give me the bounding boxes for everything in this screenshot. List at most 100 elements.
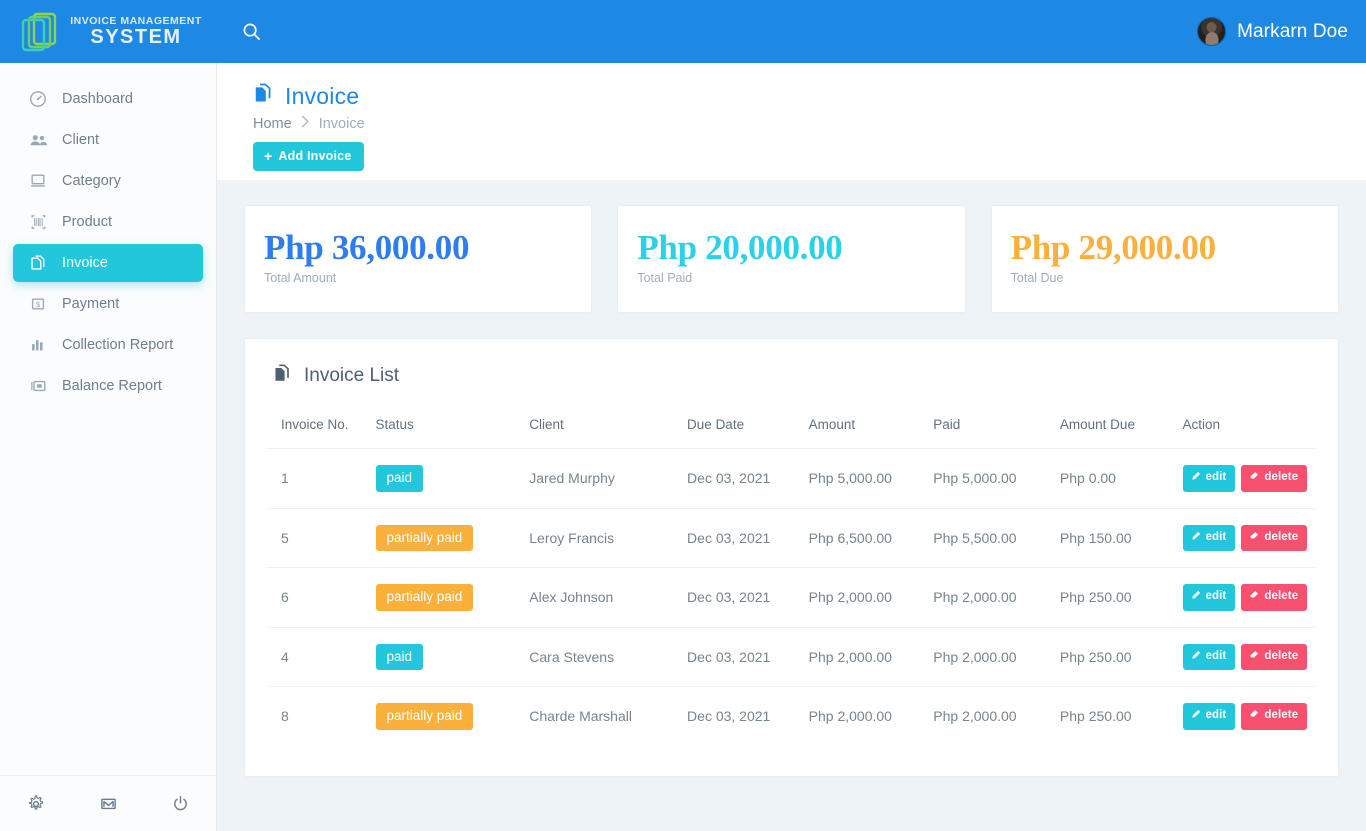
- delete-button[interactable]: delete: [1241, 703, 1308, 730]
- pencil-icon: [1191, 471, 1201, 485]
- column-header-status: Status: [375, 417, 414, 432]
- sidebar-item-label: Balance Report: [62, 378, 162, 394]
- cell-paid: Php 5,000.00: [925, 448, 1052, 508]
- pencil-icon: [1191, 531, 1201, 545]
- delete-button[interactable]: delete: [1241, 524, 1308, 551]
- cell-due-date: Dec 03, 2021: [679, 626, 801, 687]
- sidebar-item-label: Dashboard: [62, 91, 133, 107]
- sidebar-item-label: Product: [62, 214, 112, 230]
- cell-client: Leroy Francis: [521, 507, 680, 568]
- cell-client: Jared Murphy: [521, 448, 680, 508]
- user-name: Markarn Doe: [1237, 20, 1348, 42]
- delete-label: delete: [1264, 590, 1299, 602]
- cell-client: Cara Stevens: [521, 626, 680, 687]
- table-row: 6 partially paid Alex Johnson Dec 03, 2021 P…: [267, 567, 1316, 627]
- table-row: 4 paid Cara Stevens Dec 03, 2021 Php 2,000.0…: [267, 626, 1316, 687]
- cell-paid: Php 2,000.00: [925, 567, 1052, 627]
- stat-value: Php 36,000.00: [264, 228, 470, 267]
- delete-button[interactable]: delete: [1241, 465, 1308, 492]
- edit-button[interactable]: edit: [1182, 465, 1236, 492]
- status-badge: paid: [375, 465, 424, 492]
- sidebar-item-payment[interactable]: $ Payment: [13, 285, 203, 323]
- avatar: [1197, 17, 1227, 46]
- column-header-paid: Paid: [933, 417, 961, 432]
- invoice-list-title: Invoice List: [304, 365, 400, 386]
- cell-action: edit delete: [1174, 507, 1316, 568]
- power-icon[interactable]: [144, 794, 216, 813]
- pencil-icon: [1191, 590, 1201, 604]
- cell-paid: Php 2,000.00: [925, 686, 1052, 746]
- breadcrumb-home[interactable]: Home: [253, 116, 292, 132]
- cell-action: edit delete: [1174, 448, 1316, 508]
- delete-button[interactable]: delete: [1241, 643, 1308, 670]
- status-badge: partially paid: [375, 524, 474, 551]
- sidebar-item-product[interactable]: Product: [13, 203, 203, 241]
- stat-card-total-amount: Php 36,000.00 Total Amount: [244, 205, 593, 313]
- sidebar-item-label: Client: [62, 132, 100, 148]
- edit-button[interactable]: edit: [1182, 584, 1236, 611]
- user-menu[interactable]: Markarn Doe: [1197, 17, 1348, 46]
- edit-button[interactable]: edit: [1182, 643, 1236, 670]
- barcode-icon: [28, 212, 48, 232]
- edit-label: edit: [1205, 709, 1227, 721]
- cell-status: partially paid: [367, 507, 522, 568]
- pencil-icon: [1191, 650, 1201, 664]
- main-content: Invoice Home Invoice + Add Invoice Php 3…: [217, 63, 1366, 831]
- stat-value: Php 29,000.00: [1010, 228, 1216, 267]
- edit-label: edit: [1205, 590, 1227, 602]
- brand-logo[interactable]: INVOICE MANAGEMENT SYSTEM: [0, 0, 217, 63]
- delete-button[interactable]: delete: [1241, 584, 1308, 611]
- pencil-icon: [1191, 709, 1201, 723]
- add-invoice-button[interactable]: + Add Invoice: [253, 142, 365, 171]
- delete-label: delete: [1264, 471, 1299, 483]
- mail-icon[interactable]: [72, 794, 144, 813]
- stat-label: Total Due: [1010, 271, 1064, 285]
- cell-amount: Php 2,000.00: [800, 567, 926, 627]
- eraser-icon: [1249, 650, 1259, 664]
- cell-due-date: Dec 03, 2021: [679, 448, 801, 508]
- breadcrumb-current: Invoice: [318, 115, 365, 132]
- table-header-row: Invoice No. Status Client Due Date Amoun…: [267, 411, 1316, 449]
- cell-due-date: Dec 03, 2021: [679, 567, 801, 627]
- cell-paid: Php 2,000.00: [925, 626, 1052, 687]
- gear-icon[interactable]: [0, 794, 72, 814]
- document-icon: [273, 363, 292, 389]
- sidebar-item-balance-report[interactable]: Balance Report: [13, 367, 203, 405]
- column-header-action: Action: [1182, 417, 1221, 432]
- column-header-amount: Amount: [808, 417, 856, 432]
- cell-action: edit delete: [1174, 626, 1316, 687]
- edit-button[interactable]: edit: [1182, 524, 1236, 551]
- search-icon[interactable]: [237, 18, 265, 46]
- table-row: 8 partially paid Charde Marshall Dec 03, 20…: [267, 686, 1316, 746]
- page-title: Invoice: [285, 82, 360, 109]
- document-icon: [28, 253, 48, 273]
- cell-status: paid: [367, 626, 522, 687]
- sidebar-item-collection-report[interactable]: Collection Report: [13, 326, 203, 364]
- sidebar-item-category[interactable]: Category: [13, 162, 203, 200]
- invoice-list-header: Invoice List: [267, 358, 1316, 411]
- edit-label: edit: [1205, 649, 1227, 662]
- sidebar-item-label: Collection Report: [62, 337, 174, 353]
- cell-invoice-no: 8: [267, 686, 368, 746]
- sidebar-item-invoice[interactable]: Invoice: [13, 244, 203, 282]
- status-badge: paid: [375, 643, 424, 670]
- edit-button[interactable]: edit: [1182, 703, 1236, 730]
- stat-card-total-paid: Php 20,000.00 Total Paid: [617, 205, 966, 313]
- cell-status: partially paid: [367, 567, 522, 627]
- cell-amount-due: Php 250.00: [1051, 686, 1175, 746]
- brand-line-1: INVOICE MANAGEMENT: [70, 14, 202, 27]
- invoice-list-card: Invoice List Invoice No. Status Client D…: [244, 338, 1339, 777]
- chevron-right-icon: [301, 115, 310, 132]
- sidebar-item-client[interactable]: Client: [13, 121, 203, 159]
- row-actions: edit delete: [1182, 643, 1308, 670]
- stat-card-total-due: Php 29,000.00 Total Due: [990, 205, 1339, 313]
- sidebar-item-dashboard[interactable]: Dashboard: [13, 80, 203, 118]
- page-header: Invoice Home Invoice + Add Invoice: [217, 63, 1366, 180]
- eraser-icon: [1249, 531, 1259, 545]
- stat-value: Php 20,000.00: [637, 228, 843, 267]
- cell-due-date: Dec 03, 2021: [679, 507, 801, 568]
- sidebar-item-label: Invoice: [62, 255, 108, 271]
- cell-amount-due: Php 0.00: [1051, 448, 1175, 508]
- top-bar: INVOICE MANAGEMENT SYSTEM Markarn Doe: [0, 0, 1366, 63]
- delete-label: delete: [1264, 709, 1299, 721]
